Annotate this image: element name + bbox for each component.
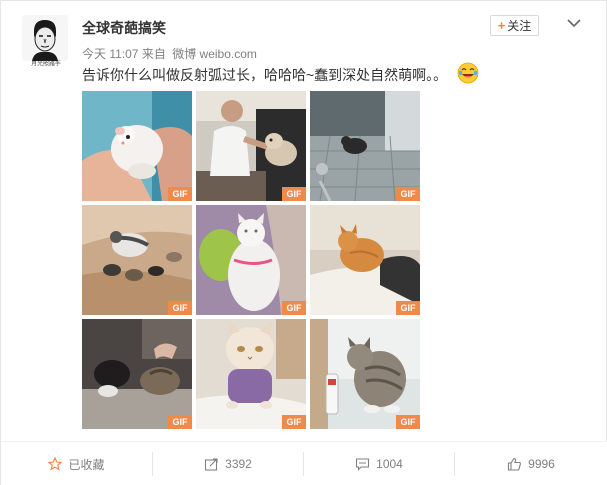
chevron-down-icon[interactable] (567, 15, 581, 28)
follow-button[interactable]: + 关注 (490, 15, 539, 36)
image-thumb-6[interactable]: GIF (310, 205, 420, 315)
gif-badge: GIF (168, 415, 192, 429)
image-thumb-1[interactable]: GIF (82, 91, 192, 201)
image-thumb-2[interactable]: GIF (196, 91, 306, 201)
gif-badge: GIF (396, 301, 420, 315)
favorite-button[interactable]: 已收藏 (1, 442, 152, 485)
repost-count: 3392 (225, 457, 252, 471)
source-prefix: 来自 (141, 47, 166, 61)
image-thumb-3[interactable]: GIF (310, 91, 420, 201)
gif-badge: GIF (396, 415, 420, 429)
account-name[interactable]: 全球奇葩搞笑 (82, 18, 166, 38)
gif-badge: GIF (396, 187, 420, 201)
repost-icon (204, 457, 219, 471)
post-time[interactable]: 今天 11:07 (82, 47, 138, 61)
avatar-signature: 月光照路手 (31, 60, 61, 68)
post-text: 告诉你什么叫做反射弧过长，哈哈哈~蠢到深处自然萌啊。。 (82, 67, 448, 83)
gif-badge: GIF (282, 415, 306, 429)
thumbs-up-icon (507, 457, 522, 471)
comment-count: 1004 (376, 457, 403, 471)
like-count: 9996 (528, 457, 555, 471)
weibo-card: 月光照路手 全球奇葩搞笑 今天 11:07 来自 微博 weibo.com 告诉… (0, 0, 607, 485)
avatar[interactable] (22, 15, 68, 61)
star-icon (48, 457, 63, 471)
gif-badge: GIF (168, 187, 192, 201)
comment-button[interactable]: 1004 (304, 442, 454, 485)
post-text-row: 告诉你什么叫做反射弧过长，哈哈哈~蠢到深处自然萌啊。。 (82, 62, 479, 87)
image-thumb-7[interactable]: GIF (82, 319, 192, 429)
image-thumb-4[interactable]: GIF (82, 205, 192, 315)
image-thumb-5[interactable]: GIF (196, 205, 306, 315)
gif-badge: GIF (282, 187, 306, 201)
repost-button[interactable]: 3392 (153, 442, 303, 485)
post-meta: 今天 11:07 来自 微博 weibo.com (82, 45, 257, 62)
follow-label: 关注 (507, 19, 532, 33)
plus-icon: + (497, 18, 506, 33)
post-source[interactable]: 微博 weibo.com (172, 47, 257, 61)
favorite-label: 已收藏 (68, 457, 105, 472)
laughing-tears-emoji-icon (457, 62, 479, 87)
gif-badge: GIF (282, 301, 306, 315)
like-button[interactable]: 9996 (455, 442, 607, 485)
comment-icon (355, 457, 370, 471)
image-grid: GIF GIF GIF GIF GIF GIF GIF GIF GIF (82, 91, 421, 429)
image-thumb-9[interactable]: GIF (310, 319, 420, 429)
gif-badge: GIF (168, 301, 192, 315)
action-bar: 已收藏 3392 1004 9996 (1, 441, 607, 485)
image-thumb-8[interactable]: GIF (196, 319, 306, 429)
